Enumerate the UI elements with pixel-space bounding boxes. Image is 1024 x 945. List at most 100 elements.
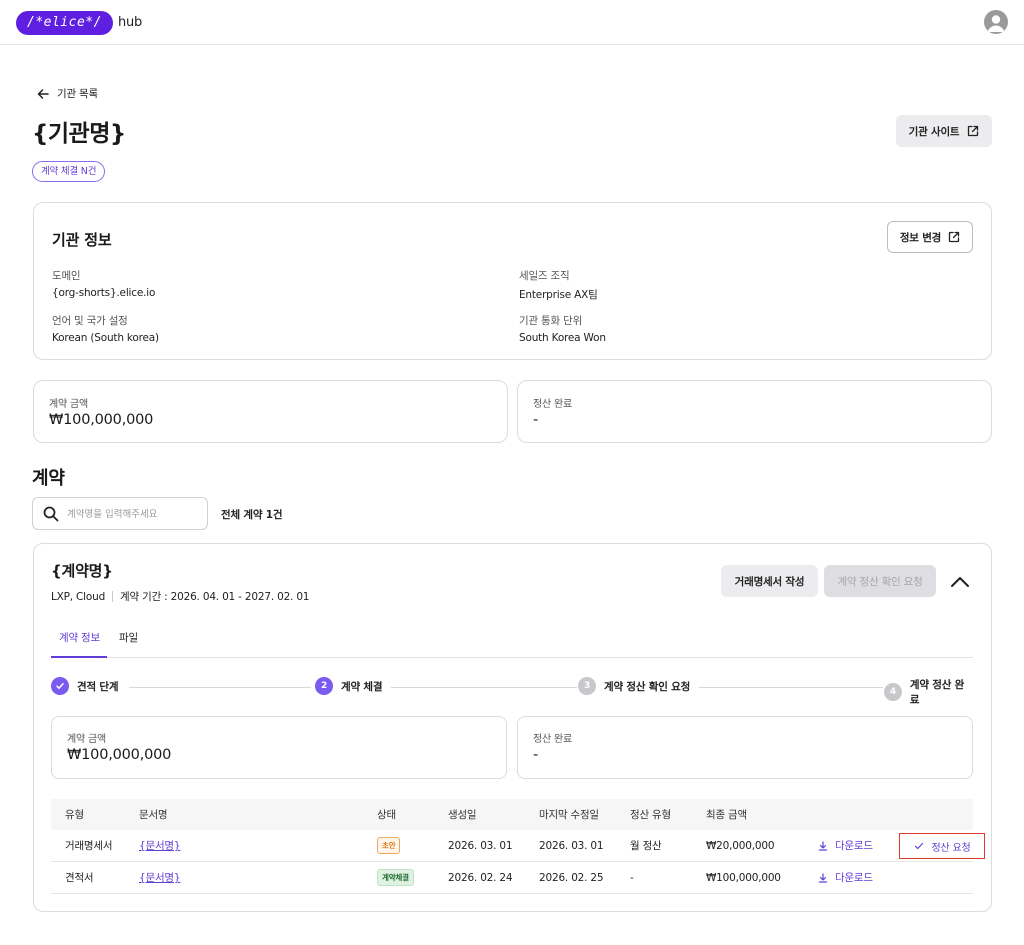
active-tab-indicator (51, 656, 107, 658)
step-label: 견적 단계 (77, 680, 119, 693)
request-settlement-button[interactable]: 정산 요청 (899, 833, 985, 859)
field-label: 세일즈 조직 (519, 270, 570, 282)
settlement-type: 월 정산 (630, 840, 662, 852)
step-settlement-request: 3 계약 정산 확인 요청 (578, 677, 697, 695)
tab-files[interactable]: 파일 (119, 630, 138, 645)
step-number: 4 (884, 683, 902, 701)
settlement-card: 정산 완료 - (517, 380, 992, 443)
contract-search-input[interactable] (67, 505, 197, 523)
contracts-section-title: 계약 (32, 468, 65, 489)
top-navigation-bar: /*elice*/ hub (0, 0, 1024, 45)
contract-amount-card: 계약 금액 ₩100,000,000 (51, 716, 507, 779)
created-date: 2026. 03. 01 (448, 839, 513, 852)
modified-date: 2026. 02. 25 (539, 871, 604, 884)
status-cell: 계약체결 (377, 862, 414, 893)
field-value: {org-shorts}.elice.io (52, 287, 156, 299)
settlement-card: 정산 완료 - (517, 716, 973, 779)
modified-date: 2026. 03. 01 (539, 839, 604, 852)
org-info-title: 기관 정보 (52, 231, 112, 249)
contract-search (32, 497, 208, 530)
step-contract-signed: 2 계약 체결 (315, 677, 389, 695)
step-label: 계약 체결 (341, 680, 383, 693)
contract-amount-value: ₩100,000,000 (67, 747, 172, 763)
sales-org-field: 세일즈 조직 Enterprise AX팀 (519, 268, 598, 302)
edit-info-button[interactable]: 정보 변경 (887, 221, 973, 253)
step-connector (391, 687, 577, 688)
search-icon (43, 506, 59, 522)
step-label: 계약 정산 확인 요청 (604, 680, 691, 693)
arrow-left-icon (37, 88, 49, 99)
settlement-value: - (533, 747, 539, 763)
contract-tabs: 계약 정보 파일 (51, 621, 973, 658)
field-label: 도메인 (52, 270, 81, 282)
status-cell: 초안 (377, 830, 401, 861)
status-badge: 초안 (377, 837, 401, 854)
domain-field: 도메인 {org-shorts}.elice.io (52, 268, 155, 299)
doc-name-link[interactable]: {문서명} (139, 862, 181, 893)
org-site-button-label: 기관 사이트 (908, 125, 960, 138)
field-value: Korean (South korea) (52, 332, 159, 344)
download-icon (818, 840, 828, 851)
request-settlement-confirm-button[interactable]: 계약 정산 확인 요청 (824, 565, 936, 597)
download-label: 다운로드 (835, 840, 873, 852)
documents-table: 유형 문서명 상태 생성일 마지막 수정일 정산 유형 최종 금액 거래명세서 … (51, 799, 985, 894)
org-site-button[interactable]: 기관 사이트 (896, 115, 992, 147)
page-title: {기관명} (32, 121, 126, 147)
back-to-org-list-link[interactable]: 기관 목록 (37, 86, 98, 101)
download-button[interactable]: 다운로드 (818, 830, 873, 861)
final-amount: ₩20,000,000 (706, 839, 775, 852)
contract-progress-stepper: 견적 단계 2 계약 체결 3 계약 정산 확인 요청 4 계약 정산 완료 (51, 677, 973, 707)
contract-amount-value: ₩100,000,000 (49, 412, 154, 428)
total-contracts-count: 전체 계약 1건 (221, 509, 283, 521)
step-number: 3 (578, 677, 596, 695)
edit-info-button-label: 정보 변경 (899, 231, 942, 244)
contract-count-chip: 계약 체결 N건 (32, 161, 106, 182)
table-row: 거래명세서 {문서명} 초안 2026. 03. 01 2026. 03. 01… (51, 830, 985, 862)
elice-hub-logo[interactable]: /*elice*/ hub (16, 10, 142, 35)
column-header: 마지막 수정일 (539, 809, 599, 821)
external-link-icon (968, 125, 979, 137)
check-icon (914, 842, 923, 850)
collapse-chevron-up-icon[interactable] (948, 570, 972, 594)
request-settlement-label: 정산 요청 (931, 842, 971, 854)
field-label: 기관 통화 단위 (519, 315, 583, 327)
contract-meta: LXP, Cloud 계약 기간 : 2026. 04. 01 - 2027. … (51, 589, 309, 604)
step-connector (129, 687, 311, 688)
step-number: 2 (315, 677, 333, 695)
meta-divider (112, 591, 114, 602)
settlement-type: - (630, 871, 634, 884)
logo-suffix: hub (117, 15, 143, 30)
user-avatar-icon[interactable] (984, 10, 1008, 34)
currency-field: 기관 통화 단위 South Korea Won (519, 313, 606, 344)
step-label: 계약 정산 완료 (909, 679, 965, 706)
column-header: 유형 (65, 809, 84, 821)
contract-amount-card: 계약 금액 ₩100,000,000 (33, 380, 508, 443)
download-button[interactable]: 다운로드 (818, 862, 873, 893)
contract-card: {계약명} LXP, Cloud 계약 기간 : 2026. 04. 01 - … (33, 543, 992, 912)
column-header: 문서명 (139, 809, 168, 821)
create-invoice-button[interactable]: 거래명세서 작성 (721, 565, 818, 597)
field-value: Enterprise AX팀 (519, 289, 598, 301)
table-row: 견적서 {문서명} 계약체결 2026. 02. 24 2026. 02. 25… (51, 862, 973, 894)
logo-mark: /*elice*/ (16, 10, 113, 35)
org-info-card: 기관 정보 정보 변경 도메인 {org-shorts}.elice.io 세일… (33, 202, 992, 360)
doc-type: 견적서 (65, 872, 94, 884)
table-header: 유형 문서명 상태 생성일 마지막 수정일 정산 유형 최종 금액 (51, 799, 973, 830)
contract-amount-label: 계약 금액 (67, 734, 106, 745)
column-header: 최종 금액 (706, 809, 747, 821)
contract-amount-label: 계약 금액 (49, 399, 88, 410)
step-settlement-complete: 4 계약 정산 완료 (884, 677, 973, 707)
doc-name-link[interactable]: {문서명} (139, 830, 181, 861)
created-date: 2026. 02. 24 (448, 871, 513, 884)
column-header: 상태 (377, 809, 396, 821)
download-label: 다운로드 (835, 872, 873, 884)
check-icon (51, 677, 69, 695)
tab-contract-info[interactable]: 계약 정보 (59, 630, 100, 645)
back-label: 기관 목록 (57, 88, 98, 100)
settlement-label: 정산 완료 (533, 399, 572, 410)
column-header: 정산 유형 (630, 809, 671, 821)
column-header: 생성일 (448, 809, 477, 821)
status-badge: 계약체결 (377, 869, 414, 886)
contract-products: LXP, Cloud (51, 590, 106, 603)
download-icon (818, 872, 828, 883)
